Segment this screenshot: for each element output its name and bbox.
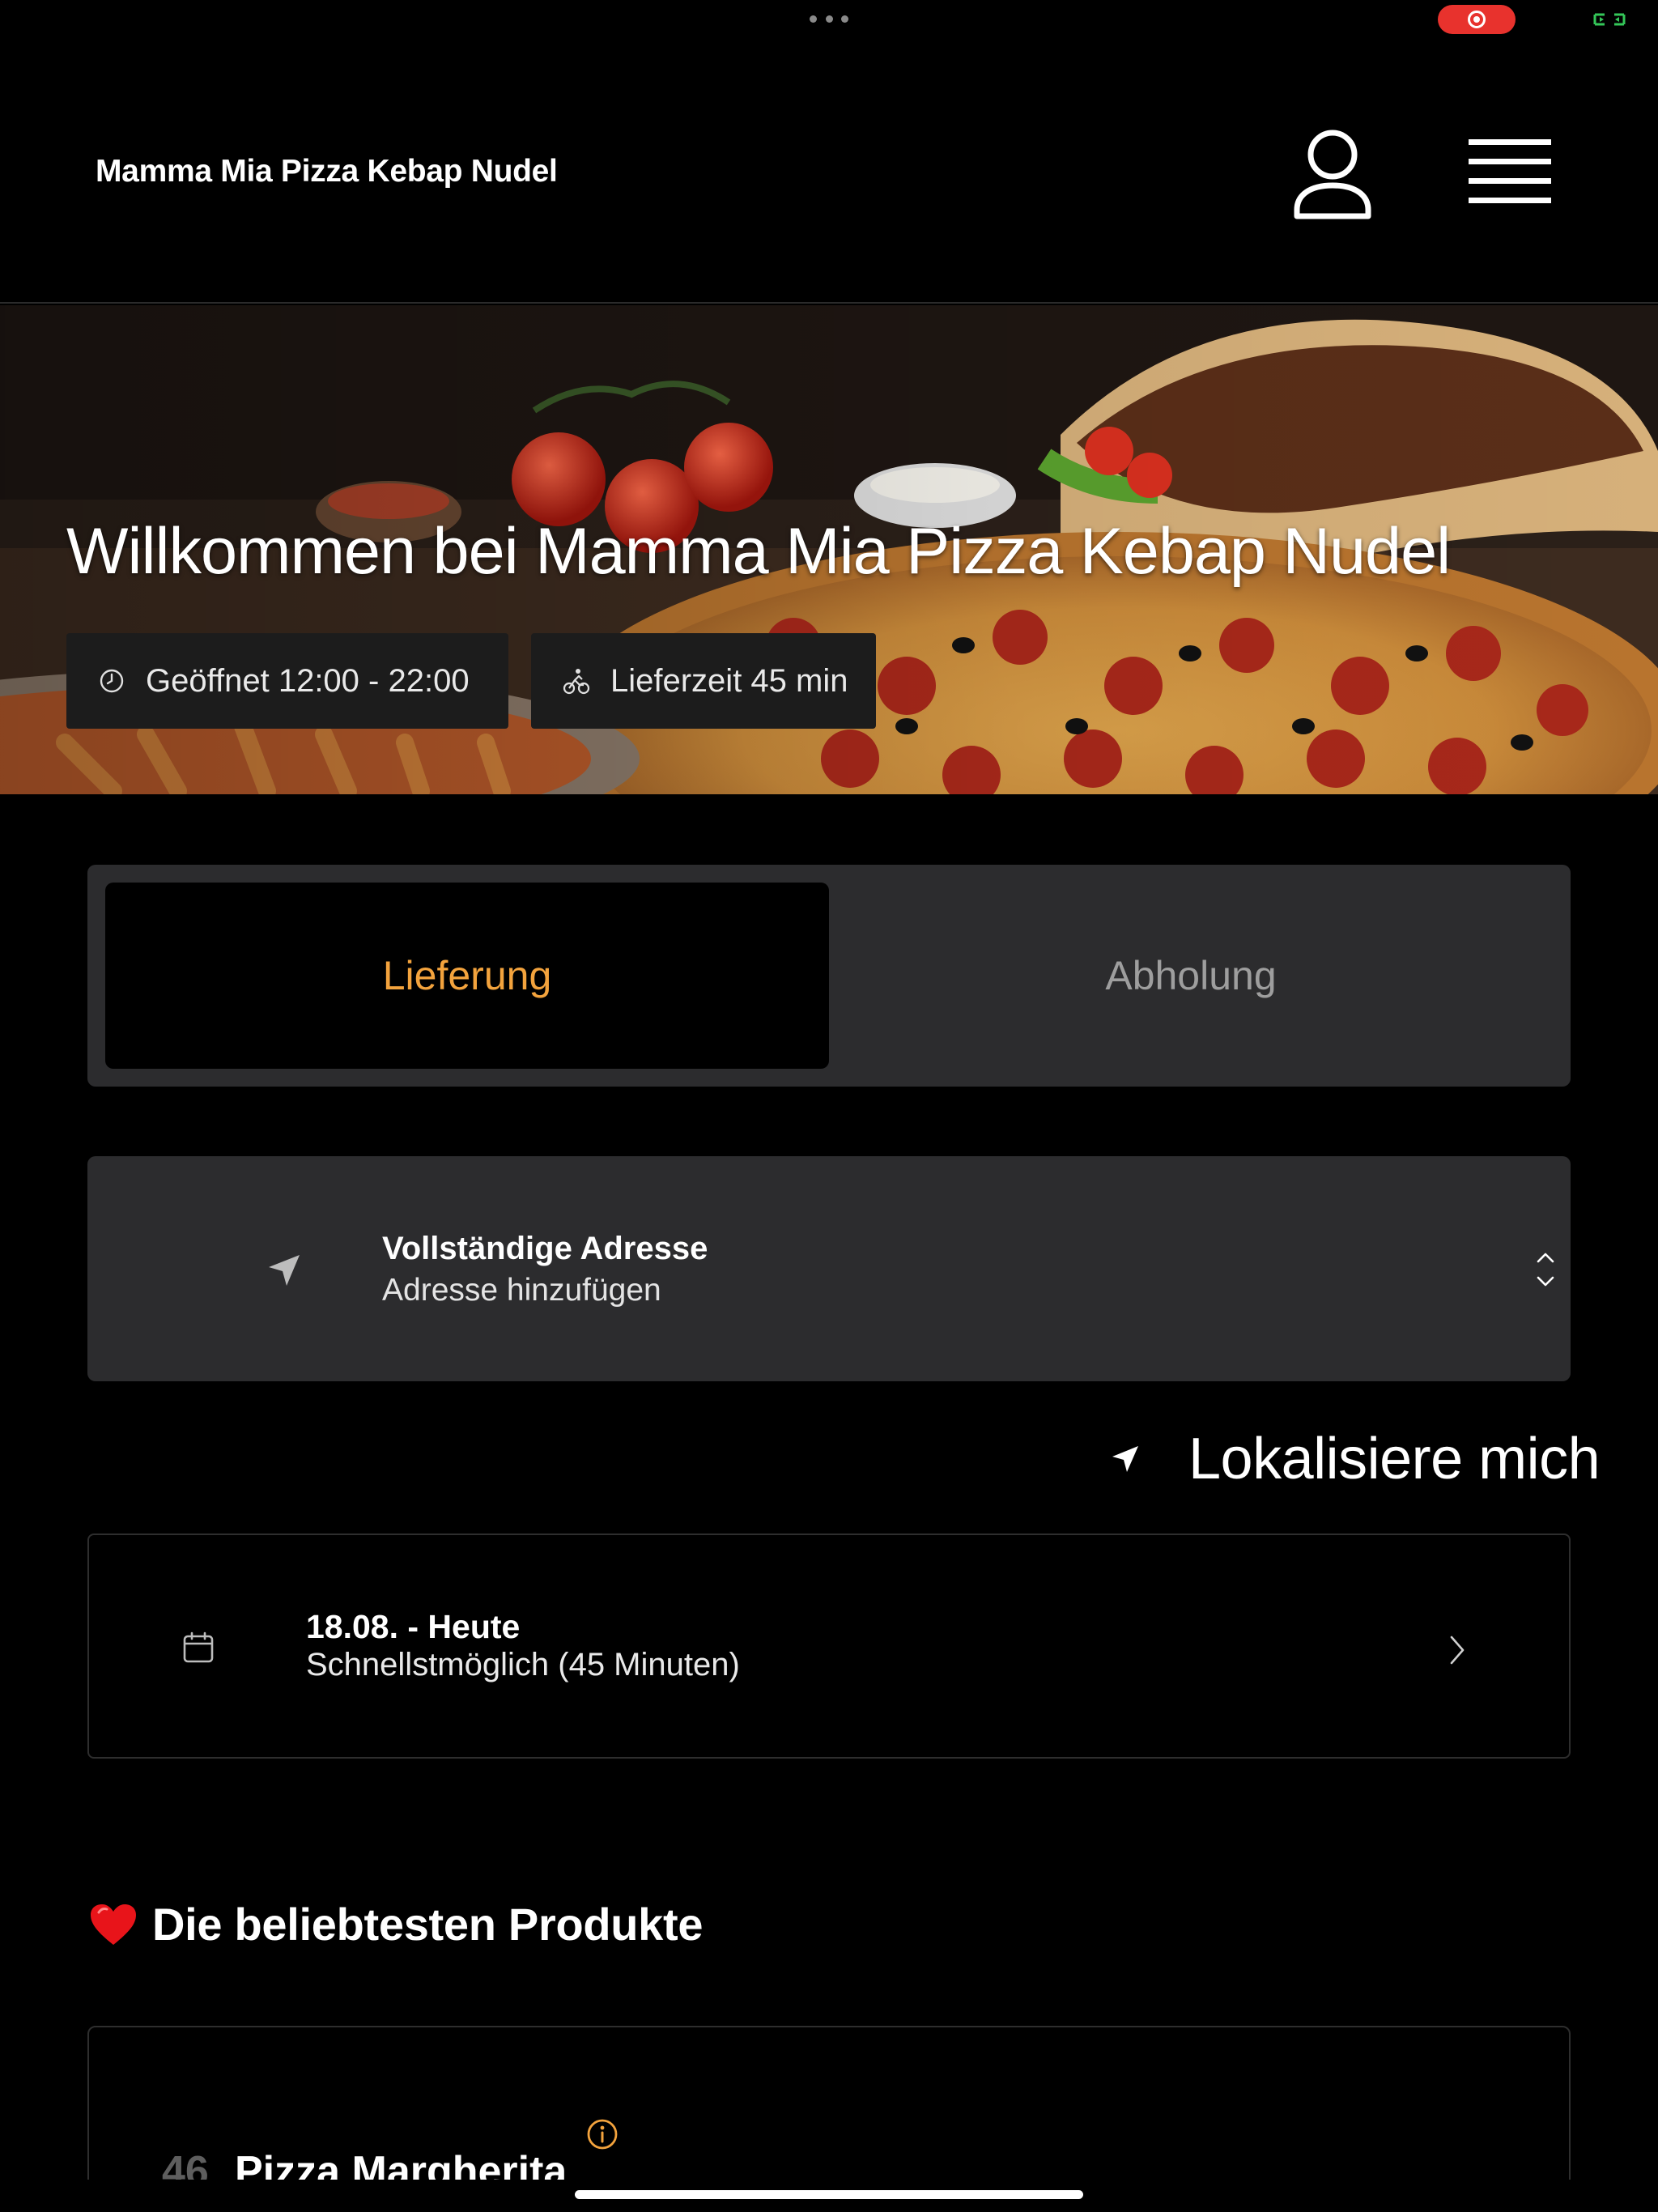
tab-pickup[interactable]: Abholung xyxy=(829,883,1553,1069)
locate-me-label: Lokalisiere mich xyxy=(1188,1427,1601,1491)
opening-hours-text: Geöffnet 12:00 - 22:00 xyxy=(146,662,470,699)
hero-title: Willkommen bei Mamma Mia Pizza Kebap Nud… xyxy=(66,515,1451,588)
address-placeholder: Adresse hinzufügen xyxy=(382,1273,661,1308)
screen-recording-indicator[interactable] xyxy=(1438,5,1516,34)
info-icon[interactable] xyxy=(586,2118,619,2150)
hamburger-menu-icon[interactable] xyxy=(1465,136,1554,209)
app-header: Mamma Mia Pizza Kebap Nudel xyxy=(0,49,1658,304)
delivery-date: 18.08. - Heute xyxy=(306,1608,521,1645)
hero-banner: Willkommen bei Mamma Mia Pizza Kebap Nud… xyxy=(0,305,1658,794)
location-arrow-icon xyxy=(269,1255,300,1286)
delivery-time-selector[interactable]: 18.08. - Heute Schnellstmöglich (45 Minu… xyxy=(87,1534,1571,1759)
brand-name[interactable]: Mamma Mia Pizza Kebap Nudel xyxy=(96,154,558,189)
bicycle-courier-icon xyxy=(563,669,590,695)
user-account-icon[interactable] xyxy=(1290,125,1375,223)
home-indicator[interactable] xyxy=(575,2190,1083,2199)
tab-delivery[interactable]: Lieferung xyxy=(105,883,829,1069)
chevron-up-down-icon xyxy=(1537,1253,1554,1287)
calendar-icon xyxy=(183,1631,214,1663)
delivery-slot: Schnellstmöglich (45 Minuten) xyxy=(306,1647,740,1682)
order-mode-toggle: Lieferung Abholung xyxy=(87,865,1571,1087)
address-title: Vollständige Adresse xyxy=(382,1231,708,1266)
battery-icon xyxy=(1593,13,1626,26)
opening-hours-badge: Geöffnet 12:00 - 22:00 xyxy=(66,633,508,729)
chevron-right-icon xyxy=(1450,1636,1465,1665)
popular-products-heading: Die beliebtesten Produkte xyxy=(89,1898,704,1950)
multitasking-dots-icon[interactable] xyxy=(810,13,848,24)
location-arrow-icon xyxy=(1112,1446,1138,1472)
delivery-time-text: Lieferzeit 45 min xyxy=(610,662,848,699)
app-screen: Mamma Mia Pizza Kebap Nudel Willkommen b… xyxy=(0,0,1658,2212)
popular-products-title: Die beliebtesten Produkte xyxy=(152,1899,704,1950)
locate-me-button[interactable]: Lokalisiere mich xyxy=(1111,1425,1601,1493)
heart-icon xyxy=(91,1904,136,1945)
delivery-time-badge: Lieferzeit 45 min xyxy=(531,633,876,729)
address-selector[interactable]: Vollständige Adresse Adresse hinzufügen xyxy=(87,1156,1571,1381)
clock-icon xyxy=(100,669,124,693)
